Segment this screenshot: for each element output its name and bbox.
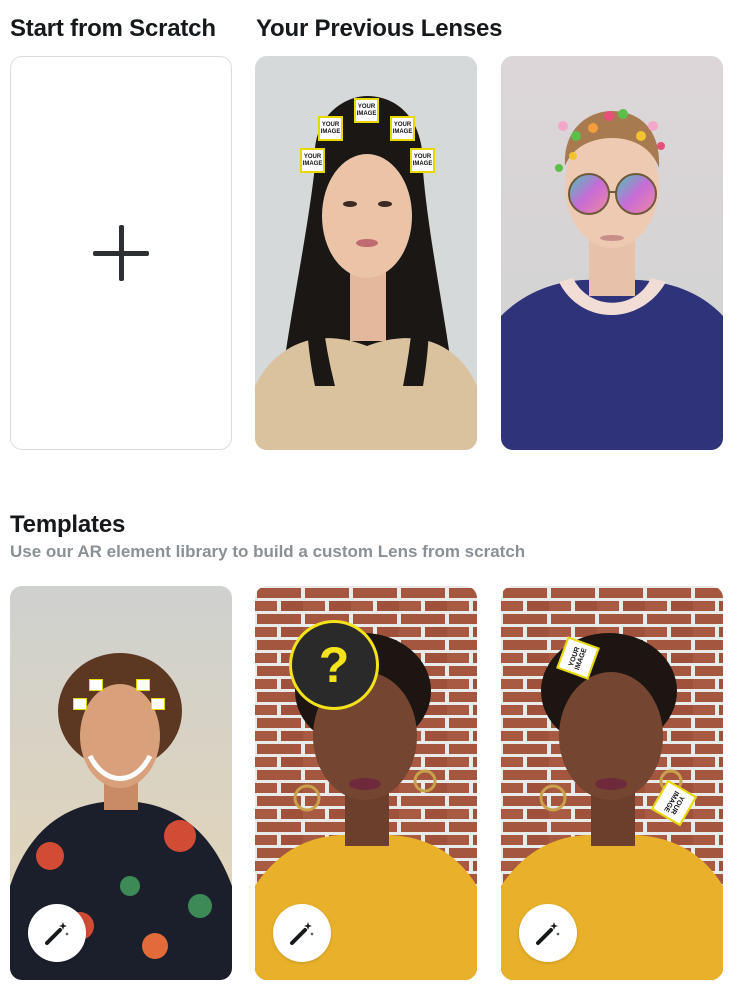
your-image-sticker — [89, 679, 103, 691]
previous-lenses-heading: Your Previous Lenses — [256, 15, 503, 42]
your-image-sticker: YOUR IMAGE — [390, 116, 415, 141]
lens-thumbnail-woman-glasses — [501, 56, 723, 450]
templates-heading: Templates — [10, 511, 126, 538]
your-image-sticker: YOUR IMAGE — [300, 148, 325, 173]
your-image-sticker: YOUR IMAGE — [318, 116, 343, 141]
previous-lens-card-1[interactable]: YOUR IMAGE YOUR IMAGE YOUR IMAGE YOUR IM… — [255, 56, 477, 450]
magic-wand-icon — [536, 922, 560, 945]
start-from-scratch-card[interactable] — [10, 56, 232, 450]
template-card-2[interactable]: ? — [255, 586, 477, 980]
template-badge — [28, 904, 86, 962]
your-image-sticker: YOUR IMAGE — [410, 148, 435, 173]
template-card-3[interactable]: YOUR IMAGE YOUR IMAGE — [501, 586, 723, 980]
plus-icon — [93, 225, 149, 281]
question-mark-sticker: ? — [289, 620, 379, 710]
template-badge — [273, 904, 331, 962]
your-image-sticker — [136, 679, 150, 691]
your-image-sticker: YOUR IMAGE — [354, 98, 379, 123]
template-card-1[interactable] — [10, 586, 232, 980]
magic-wand-icon — [290, 922, 314, 945]
your-image-sticker — [151, 698, 165, 710]
templates-subtitle: Use our AR element library to build a cu… — [10, 542, 526, 561]
previous-lens-card-2[interactable] — [501, 56, 723, 450]
magic-wand-icon — [45, 922, 69, 945]
template-badge — [519, 904, 577, 962]
start-from-scratch-heading: Start from Scratch — [10, 15, 216, 42]
your-image-sticker — [73, 698, 87, 710]
